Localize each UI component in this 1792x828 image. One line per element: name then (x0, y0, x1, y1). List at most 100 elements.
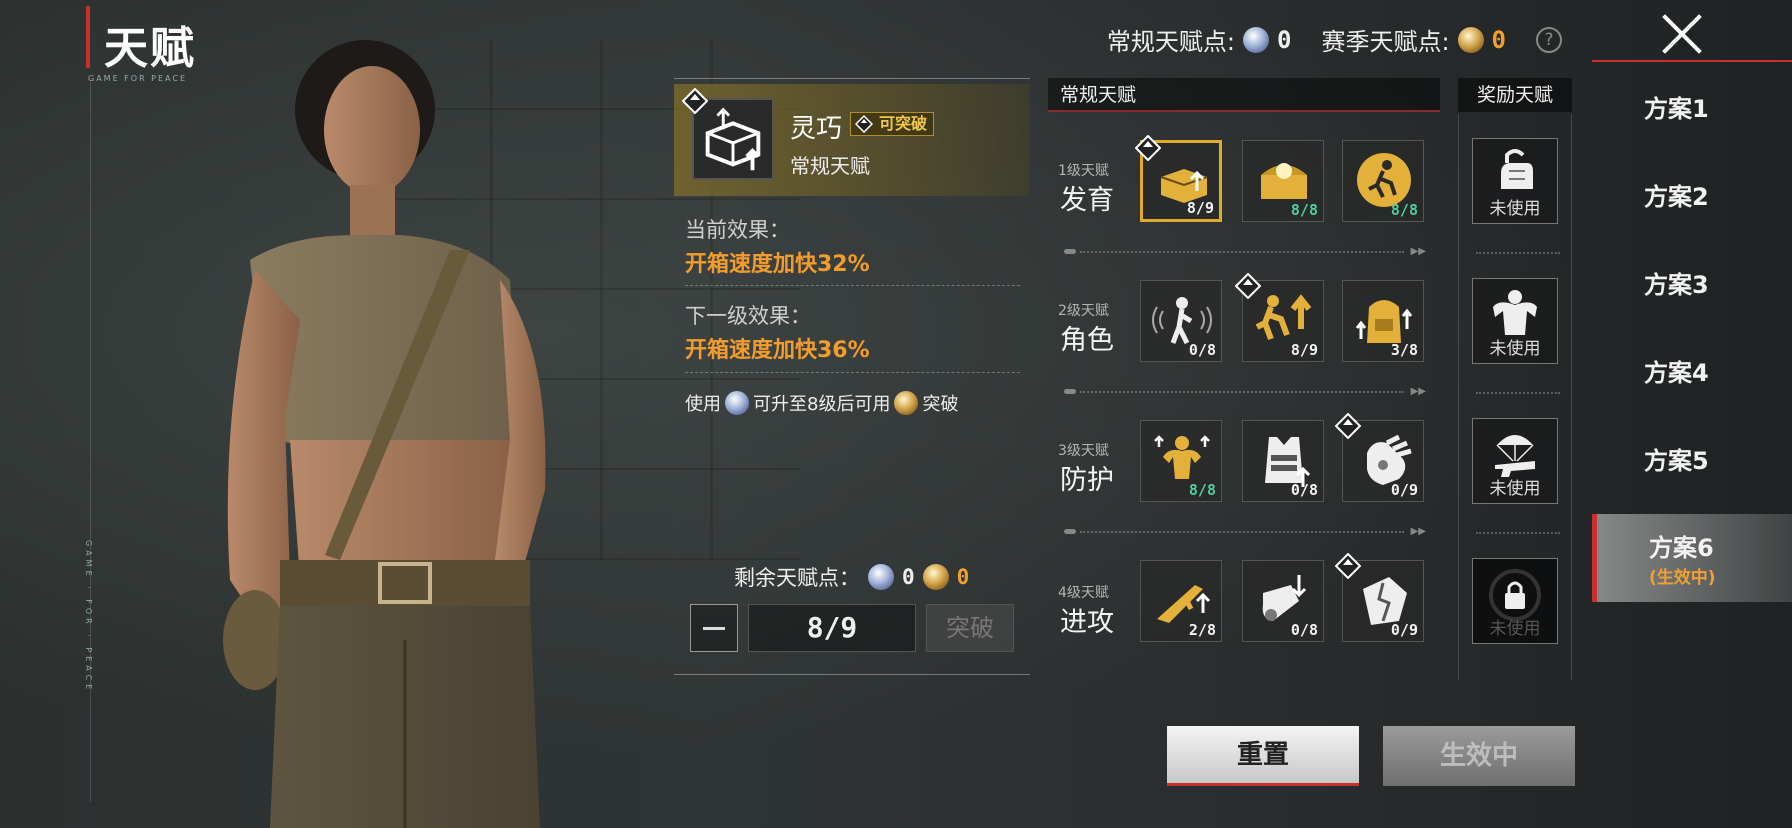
plan-tab-2[interactable]: 方案2 (1592, 150, 1792, 238)
remaining-label: 剩余天赋点： (734, 566, 860, 590)
bonus-talent-slot[interactable]: 未使用 (1472, 278, 1558, 364)
season-points-label: 赛季天赋点: (1321, 28, 1450, 56)
talent-cell[interactable]: 0/9 (1335, 553, 1424, 642)
talent-count: 0/9 (1390, 481, 1418, 499)
close-icon[interactable] (1656, 8, 1708, 60)
plan-label: 方案4 (1644, 358, 1709, 387)
bonus-separator (1476, 532, 1560, 534)
talent-count: 0/8 (1290, 481, 1318, 499)
side-vertical-text: GAME · FOR · PEACE (84, 540, 93, 694)
talent-cell[interactable]: 0/8 (1140, 280, 1222, 362)
regular-points-value: 0 (1277, 25, 1292, 54)
reset-button[interactable]: 重置 (1167, 726, 1359, 786)
divider (685, 285, 1020, 286)
plan-label: 方案5 (1644, 446, 1709, 475)
plan-tab-1[interactable]: 方案1 (1592, 62, 1792, 150)
tier-level-label: 3级天赋 (1058, 443, 1109, 459)
padlock-icon (1489, 569, 1541, 621)
talent-cell[interactable]: 8/8 (1140, 420, 1222, 502)
bonus-slot-status: 未使用 (1489, 339, 1541, 359)
plan-sidebar: 方案1 方案2 方案3 方案4 方案5 方案6 (生效中) (1592, 62, 1792, 602)
talent-count: 8/8 (1390, 201, 1418, 219)
upgrade-diamond-icon (682, 88, 708, 114)
breakable-diamond-icon (855, 115, 873, 133)
season-point-coin-icon (894, 391, 919, 415)
plan-tab-4[interactable]: 方案4 (1592, 326, 1792, 414)
bonus-slot-status: 未使用 (1489, 619, 1541, 639)
tier-separator: ▶▶ (1064, 386, 1426, 397)
bonus-slot-status: 未使用 (1489, 199, 1541, 219)
usage-text: 可升至8级后可用 (753, 394, 891, 415)
bonus-separator (1476, 252, 1560, 254)
talent-count: 0/8 (1290, 621, 1318, 639)
plan-label: 方案6 (1649, 534, 1714, 562)
tier-name: 进攻 (1060, 607, 1114, 638)
bonus-slot-status: 未使用 (1489, 479, 1541, 499)
remaining-regular-value: 0 (902, 565, 915, 589)
talent-cell[interactable]: 3/8 (1342, 280, 1424, 362)
decorative-line (90, 82, 91, 802)
tier-level-label: 2级天赋 (1058, 303, 1109, 319)
character-figure (223, 40, 546, 828)
season-point-coin-icon (1457, 26, 1484, 53)
upgrade-diamond-icon (1335, 553, 1361, 579)
breakthrough-button[interactable]: 突破 (926, 604, 1014, 652)
next-effect-label: 下一级效果： (685, 304, 811, 328)
talent-cell[interactable]: 2/8 (1140, 560, 1222, 642)
tier-name: 角色 (1060, 325, 1114, 356)
remaining-points: 剩余天赋点： 0 0 (734, 562, 969, 592)
regular-point-coin-icon (725, 391, 749, 415)
tier-name: 发育 (1060, 185, 1114, 216)
talent-count: 8/8 (1290, 201, 1318, 219)
divider (685, 372, 1020, 373)
talent-cell[interactable]: 0/9 (1335, 413, 1424, 502)
usage-text: 使用 (685, 394, 721, 415)
upgrade-diamond-icon (1235, 273, 1261, 299)
talent-cell[interactable]: 0/8 (1242, 560, 1324, 642)
plan-tab-5[interactable]: 方案5 (1592, 414, 1792, 502)
regular-points-label: 常规天赋点: (1106, 28, 1235, 56)
regular-point-coin-icon (1243, 26, 1269, 53)
talent-cell[interactable]: 8/9 (1135, 135, 1222, 222)
talent-count: 3/8 (1390, 341, 1418, 359)
talent-count: 8/8 (1188, 481, 1216, 499)
regular-talents-header: 常规天赋 (1048, 78, 1440, 112)
tier-level-label: 1级天赋 (1058, 163, 1109, 179)
selected-talent-type: 常规天赋 (790, 154, 870, 178)
bonus-talents-header: 奖励天赋 (1458, 78, 1572, 112)
plan-tab-6[interactable]: 方案6 (生效中) (1592, 514, 1792, 602)
bonus-talent-slot[interactable]: 未使用 (1472, 418, 1558, 504)
talent-cell[interactable]: 0/8 (1242, 420, 1324, 502)
plan-label: 方案3 (1644, 270, 1709, 299)
remaining-season-value: 0 (956, 565, 970, 589)
season-points-value: 0 (1491, 25, 1506, 54)
next-effect-value: 开箱速度加快36% (685, 338, 870, 363)
bonus-talent-slot-locked[interactable]: 未使用 (1472, 558, 1558, 644)
talent-count: 8/9 (1186, 199, 1214, 217)
plan-tab-3[interactable]: 方案3 (1592, 238, 1792, 326)
season-point-coin-icon (922, 564, 949, 590)
plan-label: 方案2 (1644, 182, 1709, 211)
current-effect-label: 当前效果： (685, 218, 790, 242)
help-icon[interactable]: ? (1536, 26, 1562, 53)
talent-cell[interactable]: 8/8 (1342, 140, 1424, 222)
talent-cell[interactable]: 8/8 (1242, 140, 1324, 222)
plan-active-status: (生效中) (1649, 568, 1716, 588)
bonus-talent-slot[interactable]: 未使用 (1472, 138, 1558, 224)
detail-top-border (674, 78, 1030, 79)
breakable-label: 可突破 (879, 114, 928, 133)
selected-talent-name: 灵巧 (790, 114, 843, 144)
talent-count: 8/9 (1290, 341, 1318, 359)
upgrade-diamond-icon (1135, 135, 1161, 161)
bonus-separator (1476, 392, 1560, 394)
detail-bottom-border (674, 674, 1030, 675)
decrease-level-button[interactable] (690, 604, 738, 652)
activate-button[interactable]: 生效中 (1383, 726, 1575, 786)
plan-label: 方案1 (1644, 94, 1709, 123)
talent-cell[interactable]: 8/9 (1235, 273, 1324, 362)
tier-separator: ▶▶ (1064, 246, 1426, 257)
current-effect-value: 开箱速度加快32% (685, 252, 870, 277)
usage-text: 突破 (922, 394, 959, 415)
usage-hint: 使用 可升至8级后可用 突破 (685, 390, 958, 416)
breakable-badge: 可突破 (850, 112, 935, 136)
